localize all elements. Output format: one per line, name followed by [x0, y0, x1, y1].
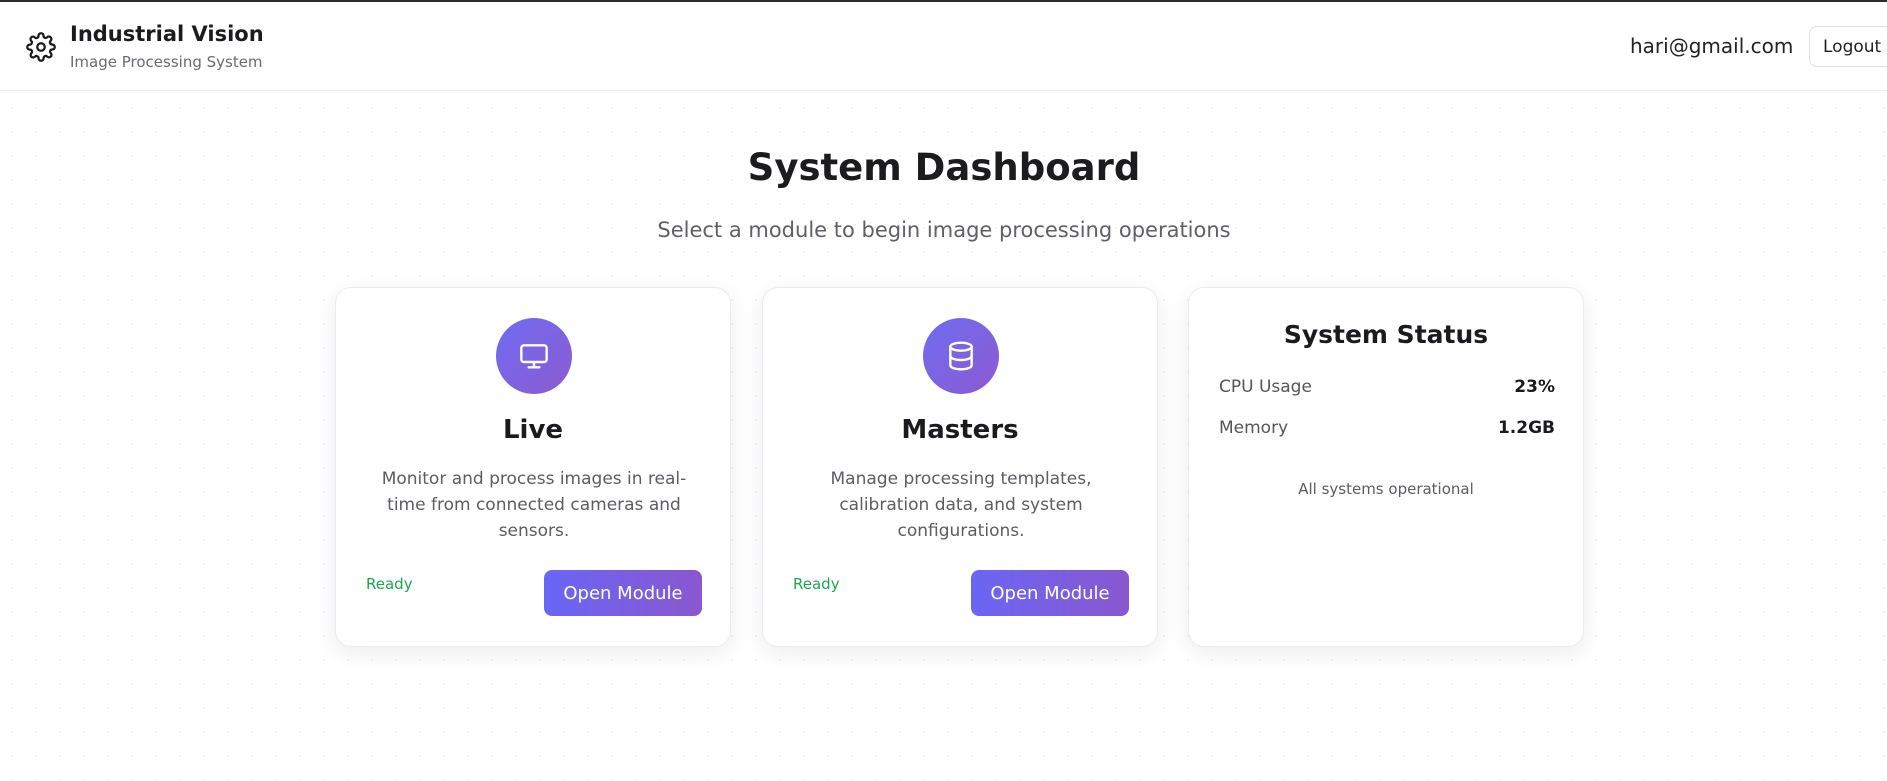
module-description: Monitor and process images in real-time …: [381, 469, 687, 541]
logout-button[interactable]: Logout: [1809, 26, 1887, 67]
app-title: Industrial Vision: [70, 22, 264, 46]
cpu-usage-value: 23%: [1514, 377, 1555, 397]
user-email: hari@gmail.com: [1630, 34, 1794, 58]
system-status-card: System Status CPU Usage 23% Memory 1.2GB…: [1188, 287, 1584, 647]
app-subtitle: Image Processing System: [70, 53, 263, 71]
module-status: Ready: [793, 575, 840, 593]
open-live-module-button[interactable]: Open Module: [544, 570, 702, 616]
system-status-title: System Status: [1283, 320, 1489, 349]
masters-module-card: Masters Manage processing templates, cal…: [762, 287, 1158, 647]
module-description: Manage processing templates, calibration…: [830, 469, 1092, 541]
module-title: Masters: [901, 415, 1019, 445]
open-masters-module-button[interactable]: Open Module: [971, 570, 1129, 616]
memory-label: Memory: [1219, 418, 1289, 438]
gear-icon: [26, 32, 56, 62]
page-subtitle: Select a module to begin image processin…: [657, 218, 1231, 242]
cpu-usage-label: CPU Usage: [1219, 377, 1312, 397]
database-icon: [923, 318, 999, 394]
cpu-usage-row: CPU Usage 23%: [1219, 377, 1555, 401]
system-status-note: All systems operational: [1298, 480, 1474, 498]
app-header: Industrial Vision Image Processing Syste…: [0, 2, 1887, 91]
page-title: System Dashboard: [747, 146, 1141, 189]
module-status: Ready: [366, 575, 413, 593]
monitor-icon: [496, 318, 572, 394]
module-title: Live: [502, 415, 564, 445]
live-module-card: Live Monitor and process images in real-…: [335, 287, 731, 647]
memory-row: Memory 1.2GB: [1219, 418, 1555, 442]
memory-value: 1.2GB: [1497, 418, 1555, 438]
